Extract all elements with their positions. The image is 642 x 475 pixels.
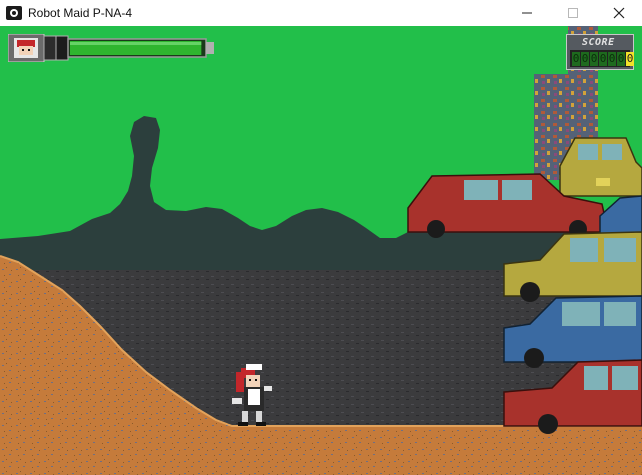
score-digits: 0 0 0 0 0 0 0 xyxy=(572,52,634,66)
player-portrait-icon xyxy=(14,38,38,58)
game-scene xyxy=(0,26,642,475)
game-viewport[interactable]: SCORE 0 0 0 0 0 0 0 xyxy=(0,26,642,475)
minimize-icon xyxy=(522,12,532,14)
score-digit: 0 xyxy=(626,52,634,66)
score-digit: 0 xyxy=(581,52,589,66)
score-panel: SCORE 0 0 0 0 0 0 0 xyxy=(566,34,634,70)
score-digit: 0 xyxy=(599,52,607,66)
score-digit: 0 xyxy=(590,52,598,66)
app-icon xyxy=(6,6,22,20)
game-window: Robot Maid P-NA-4 SCORE 0 0 0 0 0 0 0 xyxy=(0,0,642,475)
title-bar: Robot Maid P-NA-4 xyxy=(0,0,642,27)
health-bar xyxy=(8,34,214,62)
window-title: Robot Maid P-NA-4 xyxy=(28,6,133,20)
score-digit: 0 xyxy=(617,52,625,66)
close-button[interactable] xyxy=(596,0,642,26)
score-label: SCORE xyxy=(582,37,615,48)
score-digit: 0 xyxy=(572,52,580,66)
minimize-button[interactable] xyxy=(504,0,550,26)
junk-car-olive-top xyxy=(559,137,642,197)
maximize-button[interactable] xyxy=(550,0,596,26)
score-digit: 0 xyxy=(608,52,616,66)
maximize-icon xyxy=(568,8,578,18)
close-icon xyxy=(613,7,625,19)
